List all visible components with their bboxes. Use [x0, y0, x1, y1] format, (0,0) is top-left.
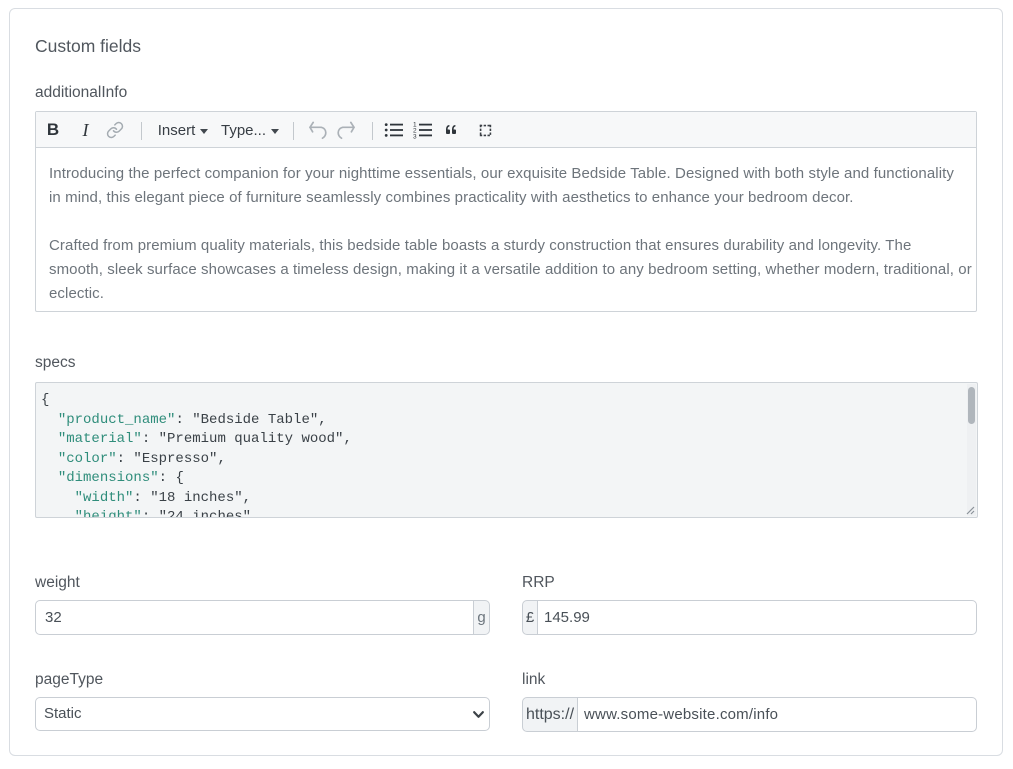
svg-text:3: 3 — [413, 134, 417, 141]
